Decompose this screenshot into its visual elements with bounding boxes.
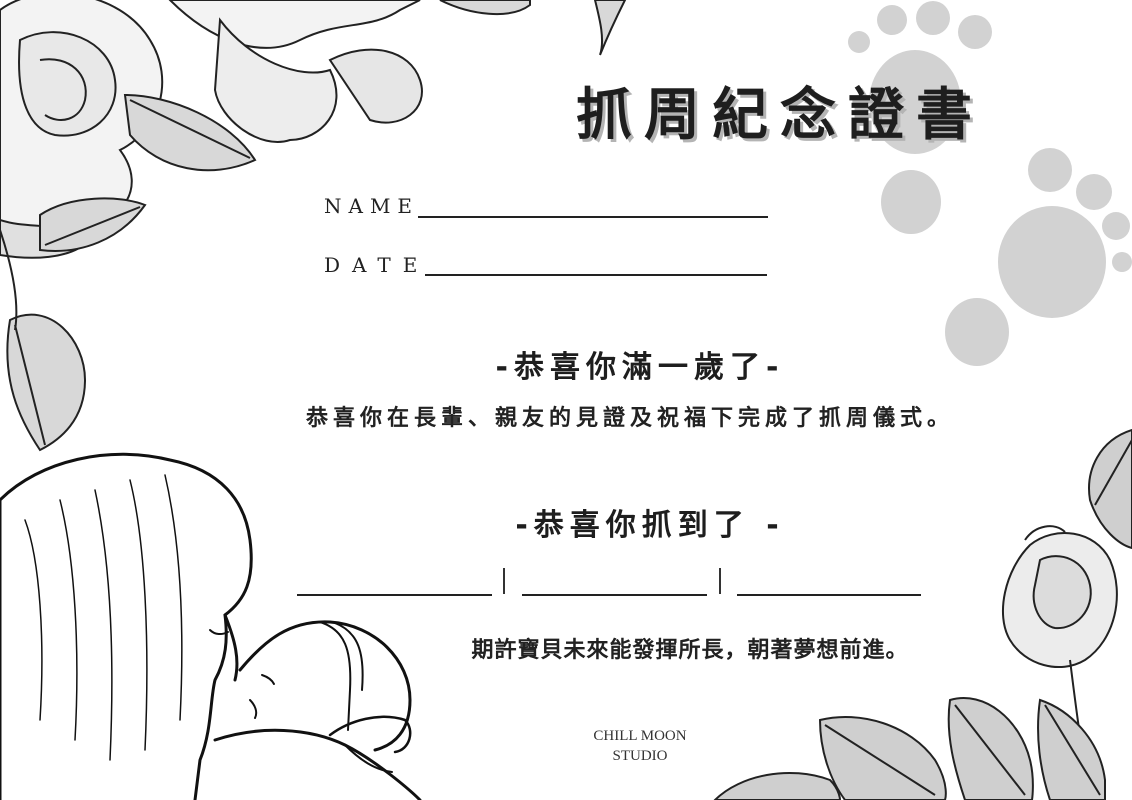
- item-separator: [719, 568, 721, 594]
- studio-logo: CHILL MOON STUDIO: [565, 726, 715, 766]
- date-line: [425, 274, 767, 276]
- item-separator: [503, 568, 505, 594]
- paw-print-icon: [881, 148, 1132, 366]
- item-line: [737, 594, 921, 596]
- date-label: DATE: [324, 253, 430, 277]
- grabbed-heading: -恭喜你抓到了 -: [515, 508, 785, 543]
- name-label: NAME: [324, 194, 420, 218]
- certificate-title: 抓周紀念證書: [576, 83, 984, 148]
- mother-baby-illustration: [0, 452, 422, 800]
- birthday-heading: -恭喜你滿一歲了-: [495, 350, 785, 385]
- logo-line-2: STUDIO: [612, 748, 668, 764]
- item-line: [522, 594, 707, 596]
- name-line: [418, 216, 768, 218]
- ceremony-text: 恭喜你在長輩、親友的見證及祝福下完成了抓周儀式。: [305, 406, 954, 431]
- certificate-page: 抓周紀念證書 NAME DATE -恭喜你滿一歲了- 恭喜你在長輩、親友的見證及…: [0, 0, 1132, 800]
- item-line: [297, 594, 492, 596]
- wish-text: 期許寶貝未來能發揮所長，朝著夢想前進。: [471, 638, 909, 663]
- logo-line-1: CHILL MOON: [593, 728, 687, 744]
